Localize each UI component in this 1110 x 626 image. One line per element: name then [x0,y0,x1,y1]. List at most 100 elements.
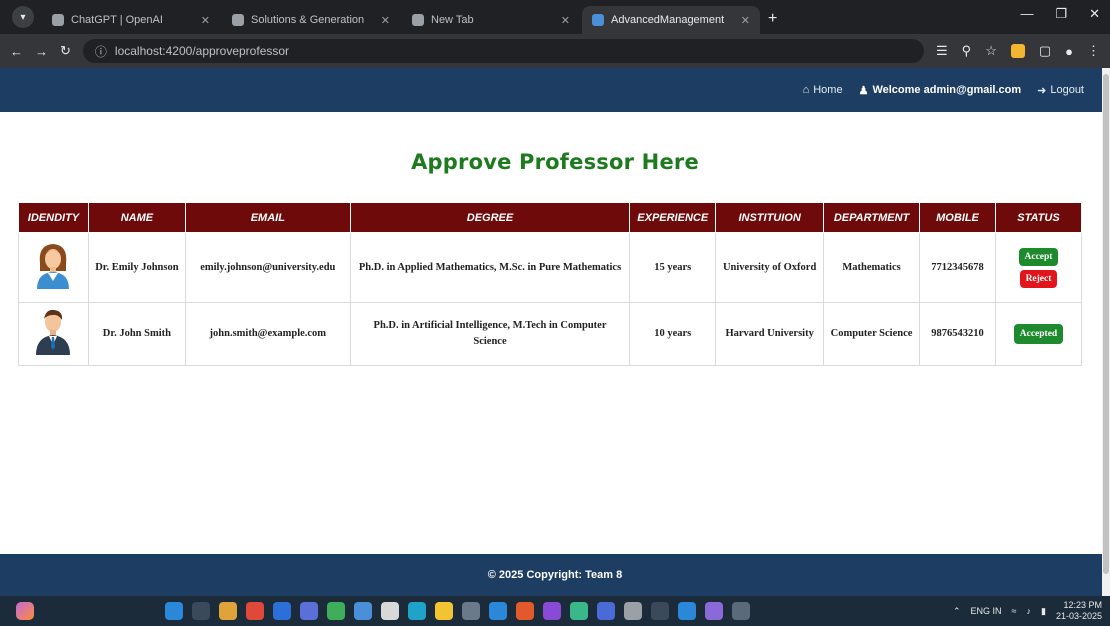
app-icon[interactable] [300,602,318,620]
zoom-icon[interactable]: ⚲ [962,43,972,59]
app-icon[interactable] [273,602,291,620]
close-tab-icon[interactable]: ✕ [561,14,570,27]
app-icon[interactable] [246,602,264,620]
clock-date: 21-03-2025 [1055,611,1102,621]
status-cell: Accept Reject [994,232,1083,303]
degree-cell: Ph.D. in Applied Mathematics, M.Sc. in P… [349,232,631,303]
site-info-icon[interactable]: ⓘ [95,43,107,60]
scrollbar-thumb[interactable] [1103,74,1109,574]
home-link[interactable]: ⌂ Home [803,84,843,96]
app-icon[interactable] [489,602,507,620]
col-header-mobile: MOBILE [919,202,996,233]
col-header-status: STATUS [994,202,1083,233]
browser-menu-icon[interactable]: ▾ [12,6,34,28]
chrome-icon[interactable] [354,602,372,620]
email-cell: john.smith@example.com [184,302,351,366]
app-icon[interactable] [651,602,669,620]
institution-cell: University of Oxford [715,232,825,303]
volume-icon[interactable]: ♪ [1027,606,1032,616]
clock[interactable]: 12:23 PM 21-03-2025 [1056,600,1102,622]
battery-icon[interactable]: ▮ [1041,606,1046,617]
browser-tab[interactable]: Solutions & Generation ✕ [222,6,400,34]
app-icon[interactable] [732,602,750,620]
name-cell: Dr. John Smith [87,302,186,366]
chevron-up-icon[interactable]: ⌃ [953,606,961,617]
reject-button[interactable]: Reject [1019,269,1058,288]
tab-title: Solutions & Generation [251,14,365,26]
minimize-icon[interactable]: — [1020,6,1033,22]
accepted-status-button[interactable]: Accepted [1013,323,1064,344]
logout-label: Logout [1050,84,1084,96]
site-footer: © 2025 Copyright: Team 8 [0,554,1110,596]
bookmark-star-icon[interactable]: ☆ [985,43,997,59]
vscode-icon[interactable] [678,602,696,620]
search-icon[interactable] [192,602,210,620]
app-icon[interactable] [624,602,642,620]
tab-favicon-icon [592,14,604,26]
app-icon[interactable] [381,602,399,620]
browser-tab[interactable]: ChatGPT | OpenAI ✕ [42,6,220,34]
app-icon[interactable] [462,602,480,620]
wifi-icon[interactable]: ≈ [1012,606,1017,616]
widgets-icon[interactable] [16,602,34,620]
restore-icon[interactable]: ❐ [1055,6,1067,22]
profile-icon[interactable]: ● [1065,44,1073,59]
experience-cell: 10 years [629,302,717,366]
page-scrollbar[interactable] [1102,68,1110,596]
col-header-name: NAME [87,202,186,233]
clock-time: 12:23 PM [1063,600,1102,610]
reload-icon[interactable]: ↻ [60,43,71,59]
email-cell: emily.johnson@university.edu [184,232,351,303]
close-tab-icon[interactable]: ✕ [201,14,210,27]
toolbar-actions: ☰ ⚲ ☆ ▢ ● ⋮ [936,43,1100,59]
mobile-cell: 7712345678 [919,232,996,303]
table-row: Dr. John Smith john.smith@example.com Ph… [18,302,1083,366]
status-cell: Accepted [994,302,1083,366]
app-icon[interactable] [327,602,345,620]
footer-copyright: © 2025 Copyright: Team 8 [487,569,623,581]
browser-tab-active[interactable]: AdvancedManagement ✕ [582,6,760,34]
table-header-row: IDENDITY NAME EMAIL DEGREE EXPERIENCE IN… [18,202,1083,233]
close-tab-icon[interactable]: ✕ [381,14,390,27]
taskbar-apps [165,602,750,620]
back-icon[interactable]: ← [10,44,23,59]
col-header-email: EMAIL [184,202,351,233]
welcome-user: ♟ Welcome admin@gmail.com [859,84,1022,97]
site-header: ⌂ Home ♟ Welcome admin@gmail.com ➜ Logou… [0,68,1110,112]
professor-table: IDENDITY NAME EMAIL DEGREE EXPERIENCE IN… [18,202,1083,366]
more-menu-icon[interactable]: ⋮ [1087,43,1100,59]
app-icon[interactable] [705,602,723,620]
extension-icon[interactable] [1010,44,1025,58]
logout-icon: ➜ [1037,84,1047,97]
accept-button[interactable]: Accept [1018,247,1059,266]
close-window-icon[interactable]: ✕ [1089,6,1100,22]
windows-start-icon[interactable] [165,602,183,620]
welcome-label: Welcome admin@gmail.com [872,84,1022,96]
forward-icon[interactable]: → [35,44,48,59]
col-header-identity: IDENDITY [18,202,89,233]
experience-cell: 15 years [629,232,717,303]
home-label: Home [813,84,843,96]
app-icon[interactable] [408,602,426,620]
app-icon[interactable] [516,602,534,620]
sidepanel-icon[interactable]: ▢ [1039,43,1051,59]
new-tab-button[interactable]: + [768,10,777,28]
app-icon[interactable] [597,602,615,620]
table-row: Dr. Emily Johnson emily.johnson@universi… [18,232,1083,303]
department-cell: Computer Science [823,302,921,366]
logout-link[interactable]: ➜ Logout [1037,84,1084,97]
translate-icon[interactable]: ☰ [936,43,948,59]
address-bar[interactable]: ⓘ localhost:4200/approveprofessor [82,39,924,63]
close-tab-icon[interactable]: ✕ [741,14,750,27]
col-header-experience: EXPERIENCE [629,202,717,233]
browser-tab-strip: ▾ ChatGPT | OpenAI ✕ Solutions & Generat… [0,0,1110,34]
male-avatar-icon [36,309,71,355]
language-indicator[interactable]: ENG IN [971,606,1002,616]
app-icon[interactable] [543,602,561,620]
app-icon[interactable] [570,602,588,620]
mobile-cell: 9876543210 [919,302,996,366]
identity-cell [18,302,89,366]
app-icon[interactable] [219,602,237,620]
file-explorer-icon[interactable] [435,602,453,620]
browser-tab[interactable]: New Tab ✕ [402,6,580,34]
